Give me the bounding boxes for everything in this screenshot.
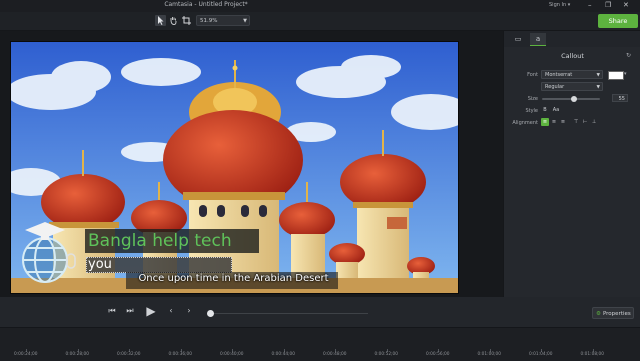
properties-panel: ▭ a Callout ↻ Font Montserrat ▼ ▾ Regula… bbox=[503, 31, 640, 297]
italic-button[interactable]: Aa bbox=[550, 106, 562, 114]
align-middle-icon[interactable]: ⊢ bbox=[581, 118, 589, 126]
timeline-tick-label: 0:01:04;00 bbox=[529, 352, 553, 357]
play-icon[interactable]: ▶ bbox=[143, 305, 159, 317]
timeline-tick-label: 0:00:36;00 bbox=[168, 352, 192, 357]
chevron-down-icon: ▼ bbox=[243, 18, 247, 24]
color-chevron-icon[interactable]: ▾ bbox=[624, 71, 630, 77]
restore-icon[interactable]: ❐ bbox=[605, 1, 611, 10]
zoom-value: 51.9% bbox=[200, 18, 218, 24]
size-value[interactable]: 55 bbox=[612, 94, 628, 102]
caption-edit-text[interactable]: you bbox=[88, 256, 112, 274]
align-top-icon[interactable]: ⊤ bbox=[572, 118, 580, 126]
minimize-icon[interactable]: – bbox=[588, 1, 592, 10]
timeline-tick-label: 0:00:40;00 bbox=[220, 352, 244, 357]
panel-tabs: ▭ a bbox=[504, 31, 640, 47]
zoom-dropdown[interactable]: 51.9% ▼ bbox=[196, 15, 250, 26]
align-right-icon[interactable]: ≡ bbox=[559, 118, 567, 126]
timeline-tick-label: 0:00:52;00 bbox=[374, 352, 398, 357]
text-tab-icon[interactable]: a bbox=[530, 33, 546, 46]
font-label: Font bbox=[527, 72, 538, 78]
font-dropdown[interactable]: Montserrat ▼ bbox=[541, 70, 603, 79]
size-label: Size bbox=[527, 96, 538, 102]
align-center-icon[interactable]: ≡ bbox=[550, 118, 558, 126]
toolbar: 51.9% ▼ bbox=[0, 12, 640, 31]
scrub-track[interactable] bbox=[208, 313, 368, 314]
callout-title[interactable]: Bangla help tech bbox=[88, 229, 232, 253]
share-button[interactable]: Share bbox=[598, 14, 638, 28]
select-tool-icon[interactable] bbox=[155, 15, 166, 26]
timeline-tick-label: 0:00:28;00 bbox=[65, 352, 89, 357]
window-title: Camtasia - Untitled Project* bbox=[164, 1, 248, 8]
crop-tool-icon[interactable] bbox=[181, 15, 192, 26]
font-color-swatch[interactable] bbox=[608, 71, 624, 80]
video-preview[interactable] bbox=[10, 41, 459, 294]
font-weight-dropdown[interactable]: Regular ▼ bbox=[541, 82, 603, 91]
size-slider-knob[interactable] bbox=[570, 96, 577, 102]
bold-button[interactable]: B bbox=[541, 106, 549, 114]
align-bottom-icon[interactable]: ⊥ bbox=[590, 118, 598, 126]
subtitle-text: Once upon time in the Arabian Desert bbox=[138, 273, 329, 284]
playback-bar bbox=[0, 297, 503, 327]
alignment-label: Alignment bbox=[512, 120, 538, 126]
reset-icon[interactable]: ↻ bbox=[626, 52, 631, 59]
share-label: Share bbox=[608, 17, 628, 25]
font-value: Montserrat bbox=[545, 72, 573, 78]
style-label: Style bbox=[525, 108, 538, 114]
gear-icon: ⚙ bbox=[596, 311, 601, 317]
font-weight-value: Regular bbox=[545, 84, 565, 90]
timeline-tick-label: 0:00:24;00 bbox=[14, 352, 38, 357]
timeline-tick-label: 0:00:44;00 bbox=[271, 352, 295, 357]
properties-label: Properties bbox=[602, 311, 631, 317]
timeline-tick-label: 0:00:56;00 bbox=[426, 352, 450, 357]
sign-in-button[interactable]: Sign In ▾ bbox=[549, 2, 570, 8]
step-forward-icon[interactable]: ⏭ bbox=[124, 305, 136, 317]
timeline-tick-label: 0:01:00;00 bbox=[477, 352, 501, 357]
hand-tool-icon[interactable] bbox=[168, 15, 179, 26]
timeline-tick-label: 0:00:48;00 bbox=[323, 352, 347, 357]
playhead-knob[interactable] bbox=[207, 310, 214, 317]
timeline-tick-label: 0:00:32;00 bbox=[117, 352, 141, 357]
title-bar: Camtasia - Untitled Project* Sign In ▾ –… bbox=[0, 0, 640, 12]
palace-scene-image bbox=[11, 42, 458, 293]
next-marker-icon[interactable]: › bbox=[183, 305, 195, 317]
properties-button[interactable]: ⚙ Properties bbox=[592, 307, 634, 319]
panel-title: Callout bbox=[561, 52, 584, 60]
timeline-tick-label: 0:01:08;00 bbox=[580, 352, 604, 357]
rewind-icon[interactable]: ⏮ bbox=[106, 305, 118, 317]
chevron-down-icon: ▼ bbox=[596, 73, 600, 78]
previous-marker-icon[interactable]: ‹ bbox=[165, 305, 177, 317]
chevron-down-icon: ▼ bbox=[596, 85, 600, 90]
align-left-icon[interactable]: ≡ bbox=[541, 118, 549, 126]
close-icon[interactable]: ✕ bbox=[623, 1, 629, 10]
screen-tab-icon[interactable]: ▭ bbox=[510, 33, 526, 45]
